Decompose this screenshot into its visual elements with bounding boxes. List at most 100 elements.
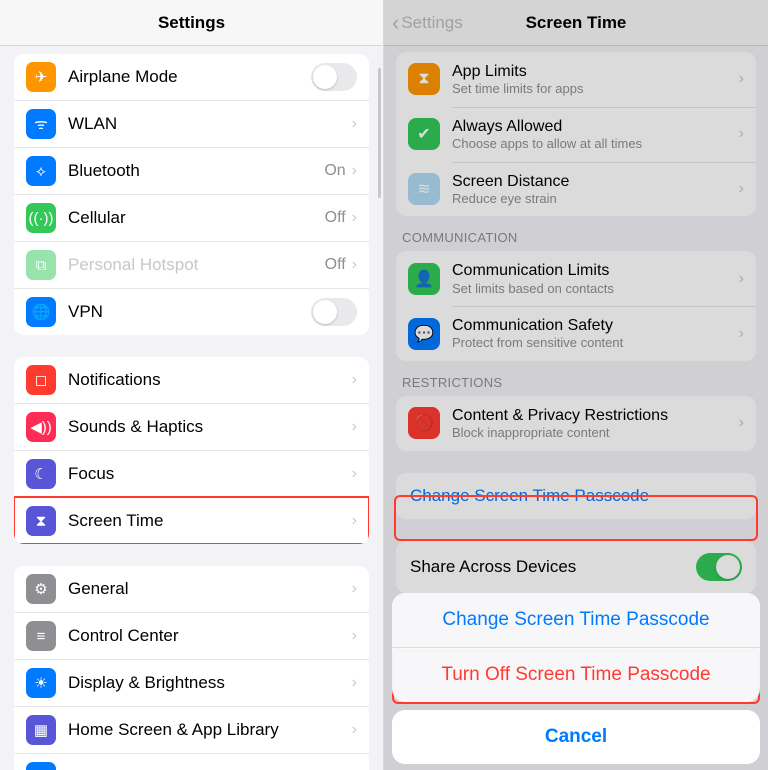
settings-group: ◻Notifications›◀))Sounds & Haptics›☾Focu… bbox=[14, 357, 369, 544]
chevron-right-icon: › bbox=[352, 721, 357, 739]
row-value: Off bbox=[325, 209, 346, 227]
detail-row-always-allowed[interactable]: ✔ Always AllowedChoose apps to allow at a… bbox=[396, 107, 756, 162]
detail-title: Screen Time bbox=[526, 13, 627, 33]
share-label: Share Across Devices bbox=[410, 557, 576, 577]
airplane-mode-toggle[interactable] bbox=[311, 63, 357, 91]
settings-row-vpn[interactable]: 🌐 VPN bbox=[14, 288, 369, 335]
settings-row-display-brightness[interactable]: ☀ Display & Brightness› bbox=[14, 659, 369, 706]
sun-icon: ☀ bbox=[26, 668, 56, 698]
settings-row-general[interactable]: ⚙General› bbox=[14, 566, 369, 612]
row-text: Always AllowedChoose apps to allow at al… bbox=[452, 117, 739, 152]
vpn-toggle[interactable] bbox=[311, 298, 357, 326]
row-label: Sounds & Haptics bbox=[68, 417, 352, 437]
settings-row-focus[interactable]: ☾Focus› bbox=[14, 450, 369, 497]
row-title: Always Allowed bbox=[452, 117, 739, 136]
row-text: App LimitsSet time limits for apps bbox=[452, 62, 739, 97]
switches-icon: ≡ bbox=[26, 621, 56, 651]
row-value: On bbox=[324, 162, 345, 180]
row-label: Notifications bbox=[68, 370, 352, 390]
settings-row-bluetooth[interactable]: ⟡ BluetoothOn › bbox=[14, 147, 369, 194]
settings-row-cellular[interactable]: ((·))CellularOff› bbox=[14, 194, 369, 241]
row-title: Communication Limits bbox=[452, 261, 739, 280]
row-label: Home Screen & App Library bbox=[68, 720, 352, 740]
sheet-cancel[interactable]: Cancel bbox=[392, 710, 760, 764]
distance-icon: ≋ bbox=[408, 173, 440, 205]
person-icon: 👤 bbox=[408, 263, 440, 295]
check-shield-icon: ✔ bbox=[408, 118, 440, 150]
link-icon: ⧉ bbox=[26, 250, 56, 280]
row-label: General bbox=[68, 579, 352, 599]
chevron-right-icon: › bbox=[352, 371, 357, 389]
detail-row-communication-safety[interactable]: 💬Communication SafetyProtect from sensit… bbox=[396, 306, 756, 361]
chevron-right-icon: › bbox=[739, 125, 744, 143]
antenna-icon: ((·)) bbox=[26, 203, 56, 233]
settings-row-home-screen-app-library[interactable]: ▦ Home Screen & App Library› bbox=[14, 706, 369, 753]
row-label: VPN bbox=[68, 302, 311, 322]
row-subtitle: Choose apps to allow at all times bbox=[452, 136, 739, 152]
settings-row-airplane-mode[interactable]: ✈Airplane Mode bbox=[14, 54, 369, 100]
chevron-right-icon: › bbox=[739, 70, 744, 88]
scrollbar-thumb[interactable] bbox=[378, 68, 381, 198]
chevron-right-icon: › bbox=[352, 512, 357, 530]
chevron-right-icon: › bbox=[352, 115, 357, 133]
chevron-right-icon: › bbox=[352, 580, 357, 598]
settings-row-notifications[interactable]: ◻Notifications› bbox=[14, 357, 369, 403]
chevron-left-icon: ‹ bbox=[392, 10, 399, 36]
row-subtitle: Protect from sensitive content bbox=[452, 335, 739, 351]
row-text: Screen DistanceReduce eye strain bbox=[452, 172, 739, 207]
row-text: Communication SafetyProtect from sensiti… bbox=[452, 316, 739, 351]
section-header: RESTRICTIONS bbox=[396, 361, 756, 396]
speaker-icon: ◀)) bbox=[26, 412, 56, 442]
row-subtitle: Block inappropriate content bbox=[452, 425, 739, 441]
row-title: Screen Distance bbox=[452, 172, 739, 191]
share-across-devices-row[interactable]: Share Across Devices bbox=[396, 541, 756, 593]
change-passcode-link[interactable]: Change Screen Time Passcode bbox=[396, 473, 756, 519]
detail-header: ‹ Settings Screen Time bbox=[384, 0, 768, 46]
sheet-change-passcode[interactable]: Change Screen Time Passcode bbox=[392, 593, 760, 647]
settings-row-control-center[interactable]: ≡ Control Center› bbox=[14, 612, 369, 659]
back-button[interactable]: ‹ Settings bbox=[392, 0, 463, 45]
row-value: Off bbox=[325, 256, 346, 274]
chevron-right-icon: › bbox=[352, 627, 357, 645]
settings-row-sounds-haptics[interactable]: ◀)) Sounds & Haptics› bbox=[14, 403, 369, 450]
detail-group: ⧗App LimitsSet time limits for apps› ✔ Alw… bbox=[396, 52, 756, 216]
detail-group: 👤 Communication LimitsSet limits based on… bbox=[396, 251, 756, 361]
grid-icon: ▦ bbox=[26, 715, 56, 745]
row-label: Display & Brightness bbox=[68, 673, 352, 693]
settings-scroll[interactable]: ✈Airplane ModeᯤWLAN›⟡BluetoothOn›((·))Ce… bbox=[0, 46, 383, 770]
row-subtitle: Set time limits for apps bbox=[452, 81, 739, 97]
chevron-right-icon: › bbox=[352, 162, 357, 180]
row-title: App Limits bbox=[452, 62, 739, 81]
row-label: Control Center bbox=[68, 626, 352, 646]
action-sheet: Change Screen Time Passcode Turn Off Scr… bbox=[392, 593, 760, 764]
settings-group: ✈Airplane ModeᯤWLAN›⟡BluetoothOn›((·))Ce… bbox=[14, 54, 369, 335]
moon-icon: ☾ bbox=[26, 459, 56, 489]
row-title: Communication Safety bbox=[452, 316, 739, 335]
globe-icon: 🌐 bbox=[26, 297, 56, 327]
hourglass-icon: ⧗ bbox=[26, 506, 56, 536]
row-subtitle: Reduce eye strain bbox=[452, 191, 739, 207]
action-sheet-options: Change Screen Time Passcode Turn Off Scr… bbox=[392, 593, 760, 702]
settings-row-screen-time[interactable]: ⧗ Screen Time› bbox=[14, 497, 369, 544]
row-text: Communication LimitsSet limits based on … bbox=[452, 261, 739, 296]
settings-row-wlan[interactable]: ᯤWLAN› bbox=[14, 100, 369, 147]
share-toggle[interactable] bbox=[696, 553, 742, 581]
detail-row-communication-limits[interactable]: 👤 Communication LimitsSet limits based on… bbox=[396, 251, 756, 306]
chevron-right-icon: › bbox=[352, 209, 357, 227]
detail-row-content-privacy[interactable]: 🚫Content & Privacy RestrictionsBlock ina… bbox=[396, 396, 756, 451]
chevron-right-icon: › bbox=[739, 414, 744, 432]
sheet-turn-off-passcode[interactable]: Turn Off Screen Time Passcode bbox=[392, 647, 760, 702]
bluetooth-icon: ⟡ bbox=[26, 156, 56, 186]
settings-row-accessibility[interactable]: ◉Accessibility› bbox=[14, 753, 369, 770]
row-label: Screen Time bbox=[68, 511, 352, 531]
row-subtitle: Set limits based on contacts bbox=[452, 281, 739, 297]
detail-group: 🚫Content & Privacy RestrictionsBlock ina… bbox=[396, 396, 756, 451]
detail-row-screen-distance[interactable]: ≋Screen DistanceReduce eye strain› bbox=[396, 162, 756, 217]
detail-row-app-limits[interactable]: ⧗App LimitsSet time limits for apps› bbox=[396, 52, 756, 107]
chevron-right-icon: › bbox=[352, 418, 357, 436]
settings-group: ⚙General›≡Control Center›☀Display & Brig… bbox=[14, 566, 369, 770]
settings-header: Settings bbox=[0, 0, 383, 46]
nosign-icon: 🚫 bbox=[408, 407, 440, 439]
row-label: Bluetooth bbox=[68, 161, 324, 181]
chevron-right-icon: › bbox=[352, 674, 357, 692]
